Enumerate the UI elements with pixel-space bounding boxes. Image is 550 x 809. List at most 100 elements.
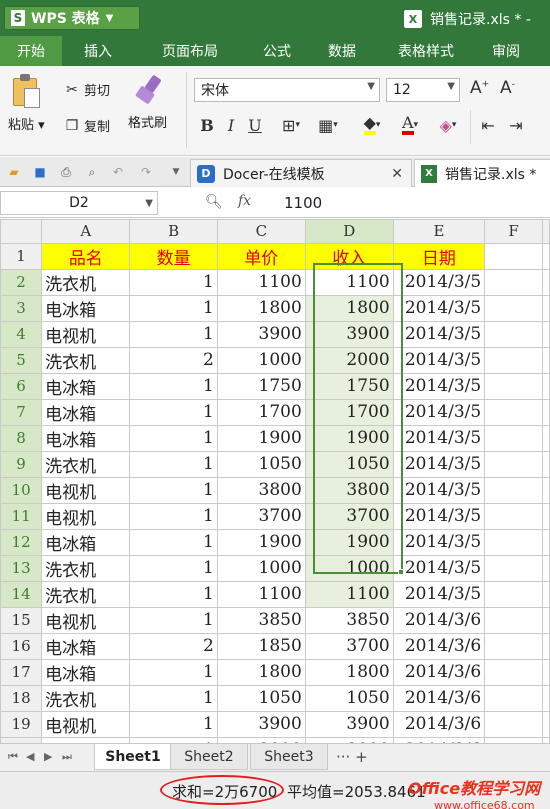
decrease-font-button[interactable]: A- [500,78,515,98]
data-cell[interactable]: 2014/3/5 [392,528,486,556]
ribbon-tab[interactable]: 数据 [308,36,376,66]
qat-customize-icon[interactable]: ▼ [168,164,184,180]
data-cell[interactable]: 2014/3/5 [392,268,486,296]
row-header[interactable]: 10 [0,476,43,504]
data-cell[interactable]: 1800 [216,658,306,686]
fill-handle[interactable] [398,569,404,575]
data-cell[interactable]: 1 [129,294,218,322]
font-size-select[interactable]: 12 ▼ [386,78,460,102]
zoom-lookup-icon[interactable]: 🔍︎ [205,194,223,210]
data-cell[interactable]: 1100 [216,268,306,296]
insert-function-button[interactable]: fx [238,193,251,209]
data-cell[interactable]: 洗衣机 [41,450,131,478]
empty-cell[interactable] [542,242,550,270]
empty-cell[interactable] [542,528,550,556]
column-header[interactable]: C [216,219,306,244]
data-cell[interactable]: 1900 [216,528,306,556]
empty-cell[interactable] [542,684,550,712]
font-name-select[interactable]: 宋体 ▼ [194,78,380,102]
column-header[interactable]: A [41,219,131,244]
data-cell[interactable]: 3850 [304,606,394,634]
underline-button[interactable]: U [246,114,264,136]
data-cell[interactable]: 1900 [304,424,394,452]
row-header[interactable]: 13 [0,554,43,582]
empty-cell[interactable] [484,346,543,374]
empty-cell[interactable] [484,580,543,608]
data-cell[interactable]: 2000 [304,346,394,374]
tab-docer[interactable]: D Docer-在线模板 ✕ [190,159,412,187]
data-cell[interactable]: 2014/3/5 [392,580,486,608]
data-cell[interactable]: 电冰箱 [41,632,131,660]
cut-button[interactable]: ✂ 剪切 [64,80,110,100]
empty-cell[interactable] [484,528,543,556]
row-header[interactable]: 19 [0,710,43,738]
empty-cell[interactable] [542,346,550,374]
data-cell[interactable]: 1 [129,580,218,608]
data-cell[interactable]: 2014/3/5 [392,320,486,348]
data-cell[interactable]: 1850 [216,632,306,660]
borders-button[interactable]: ⊞ ▾ [276,114,306,136]
data-cell[interactable]: 1800 [216,294,306,322]
data-cell[interactable]: 1 [129,658,218,686]
increase-font-button[interactable]: A+ [470,78,489,98]
empty-cell[interactable] [484,658,543,686]
data-cell[interactable]: 2014/3/6 [392,684,486,712]
italic-button[interactable]: I [222,114,240,136]
data-cell[interactable]: 电冰箱 [41,398,131,426]
header-cell[interactable]: 日期 [392,242,486,270]
empty-cell[interactable] [484,684,543,712]
ribbon-tab[interactable]: 开始 [0,36,62,66]
data-cell[interactable]: 1000 [216,346,306,374]
data-cell[interactable]: 1750 [216,372,306,400]
redo-icon[interactable]: ↷ [138,164,154,180]
print-preview-icon[interactable]: ⌕ [84,164,100,180]
data-cell[interactable]: 1900 [304,528,394,556]
empty-cell[interactable] [484,476,543,504]
ribbon-tab[interactable]: 表格样式 [376,36,476,66]
column-header[interactable]: E [392,219,486,244]
more-sheets-button[interactable]: ··· + [336,748,368,766]
empty-cell[interactable] [542,606,550,634]
header-cell[interactable]: 收入 [304,242,394,270]
empty-cell[interactable] [484,372,543,400]
empty-cell[interactable] [542,268,550,296]
row-header[interactable]: 1 [0,242,43,270]
empty-cell[interactable] [484,242,543,270]
empty-cell[interactable] [484,268,543,296]
data-cell[interactable]: 2014/3/5 [392,294,486,322]
data-cell[interactable]: 3900 [304,710,394,738]
header-cell[interactable]: 数量 [129,242,218,270]
data-cell[interactable]: 2 [129,632,218,660]
data-cell[interactable]: 1050 [304,684,394,712]
empty-cell[interactable] [484,554,543,582]
header-cell[interactable]: 品名 [41,242,131,270]
data-cell[interactable]: 1100 [304,580,394,608]
data-cell[interactable]: 1 [129,606,218,634]
close-icon[interactable]: ✕ [391,166,403,182]
data-cell[interactable]: 3850 [216,606,306,634]
data-cell[interactable]: 2014/3/5 [392,502,486,530]
empty-cell[interactable] [542,658,550,686]
row-header[interactable]: 7 [0,398,43,426]
tab-sales-record[interactable]: X 销售记录.xls * [414,159,550,187]
format-painter-button[interactable]: 格式刷 [128,74,167,131]
data-cell[interactable]: 电视机 [41,476,131,504]
data-cell[interactable]: 电冰箱 [41,372,131,400]
data-cell[interactable]: 1000 [216,554,306,582]
formula-input[interactable]: 1100 [276,191,550,215]
data-cell[interactable]: 2014/3/6 [392,658,486,686]
worksheet-grid[interactable]: A B C D E F 1 品名 数量 单价 收入 日期 2 洗衣机 1 1100 1100 2014/3/5 3 电… [0,219,550,743]
empty-cell[interactable] [542,554,550,582]
data-cell[interactable]: 2014/3/5 [392,450,486,478]
data-cell[interactable]: 1750 [304,372,394,400]
open-folder-icon[interactable]: ▰ [6,164,22,180]
row-header[interactable]: 18 [0,684,43,712]
data-cell[interactable]: 1100 [216,580,306,608]
data-cell[interactable]: 1700 [216,398,306,426]
empty-cell[interactable] [542,398,550,426]
data-cell[interactable]: 2014/3/6 [392,632,486,660]
undo-icon[interactable]: ↶ [110,164,126,180]
empty-cell[interactable] [484,710,543,738]
empty-cell[interactable] [542,502,550,530]
row-header[interactable]: 9 [0,450,43,478]
